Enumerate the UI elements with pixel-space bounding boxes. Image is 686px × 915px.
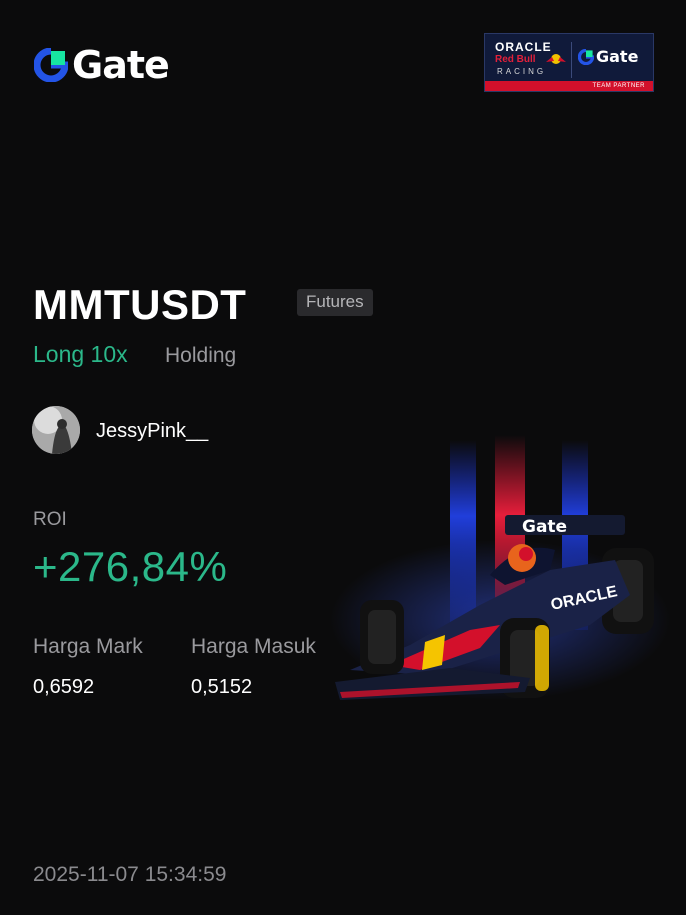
gate-logo-icon — [34, 48, 68, 82]
gate-logo: Gate — [34, 43, 170, 87]
team-partner-badge: ORACLE Red Bull RACING Gate TEAM PARTNER — [484, 33, 654, 92]
mark-price-label: Harga Mark — [33, 635, 143, 658]
partner-divider — [571, 42, 572, 78]
roi-value: +276,84% — [33, 543, 228, 590]
roi-label: ROI — [33, 509, 67, 530]
gate-small-icon — [578, 48, 594, 65]
team-partner-label: TEAM PARTNER — [592, 83, 645, 89]
avatar-image — [32, 406, 80, 454]
red-bull-icon — [546, 54, 566, 64]
timestamp: 2025-11-07 15:34:59 — [33, 863, 227, 886]
username: JessyPink__ — [96, 420, 209, 442]
partner-oracle-text: ORACLE — [495, 40, 552, 54]
entry-price-label: Harga Masuk — [191, 635, 316, 658]
partner-racing-text: RACING — [497, 67, 547, 76]
mark-price-value: 0,6592 — [33, 676, 95, 698]
f1-car-illustration: Gate ORACLE — [330, 435, 670, 700]
entry-price-value: 0,5152 — [191, 676, 253, 698]
position-status: Holding — [165, 344, 237, 367]
gate-logo-text: Gate — [72, 43, 170, 87]
avatar — [32, 406, 80, 454]
partner-redbull-text: Red Bull — [495, 54, 536, 65]
partner-gate-text: Gate — [596, 47, 639, 66]
futures-tag: Futures — [297, 289, 373, 316]
partner-gate-logo: Gate — [578, 47, 638, 66]
trading-pair: MMTUSDT — [33, 281, 247, 328]
position-direction: Long 10x — [33, 341, 128, 367]
svg-text:Gate: Gate — [522, 517, 567, 537]
